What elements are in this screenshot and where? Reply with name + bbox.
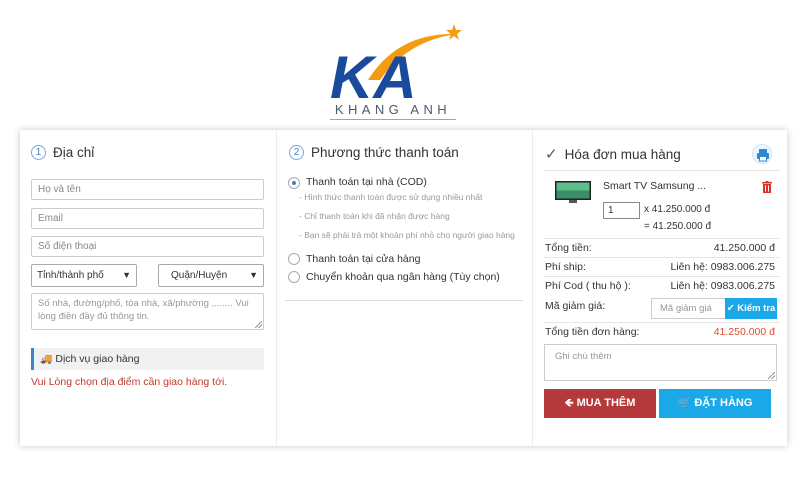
printer-icon <box>757 149 769 162</box>
check-coupon-label: Kiểm tra <box>737 303 776 314</box>
address-detail-field[interactable]: Số nhà, đường/phố, tòa nhà, xã/phường ,.… <box>31 293 264 330</box>
order-note-placeholder: Ghi chú thêm <box>555 351 612 362</box>
email-field[interactable]: Email <box>31 208 264 229</box>
coupon-input[interactable]: Mã giảm giá <box>651 298 726 319</box>
cod-fee-value: Liên hệ: 0983.006.275 <box>670 280 775 292</box>
step-1-badge: 1 <box>31 145 46 160</box>
payment-header: 2 Phương thức thanh toán <box>289 145 459 160</box>
buy-more-label: MUA THÊM <box>576 397 636 409</box>
shipping-fee-value: Liên hệ: 0983.006.275 <box>670 261 775 273</box>
checkout-card: 1 Địa chỉ Họ và tên Email Số điện thoại … <box>20 130 787 446</box>
chevron-down-icon: ▼ <box>249 270 258 280</box>
subtotal-value: 41.250.000 đ <box>713 242 775 254</box>
invoice-divider <box>544 170 780 171</box>
trash-icon[interactable] <box>762 181 772 193</box>
order-total-value: 41.250.000 đ <box>713 326 775 338</box>
name-field[interactable]: Họ và tên <box>31 179 264 200</box>
payment-section: 2 Phương thức thanh toán Thanh toán tại … <box>276 130 532 446</box>
coupon-label: Mã giảm giá: <box>545 300 606 312</box>
check-coupon-button[interactable]: ✔ Kiểm tra <box>725 298 777 319</box>
subtotal-label: Tổng tiền: <box>545 242 592 254</box>
phone-field[interactable]: Số điện thoại <box>31 236 264 257</box>
payment-title: Phương thức thanh toán <box>311 145 459 160</box>
address-section: 1 Địa chỉ Họ và tên Email Số điện thoại … <box>20 130 276 446</box>
payment-divider <box>285 300 523 301</box>
place-order-button[interactable]: 🛒 ĐẶT HÀNG <box>659 389 771 418</box>
line-total: = 41.250.000 đ <box>644 221 712 232</box>
cod-note-1: - Hình thức thanh toán được sử dụng nhiề… <box>299 192 483 202</box>
step-2-badge: 2 <box>289 145 304 160</box>
row-divider <box>544 257 780 258</box>
cod-note-2: - Chỉ thanh toán khi đã nhận được hàng <box>299 211 450 221</box>
arrow-left-icon: 🡸 <box>564 397 574 409</box>
address-title: Địa chỉ <box>53 145 95 160</box>
invoice-header: ✓ Hóa đơn mua hàng <box>545 145 681 163</box>
cod-radio[interactable] <box>288 177 300 189</box>
check-circle-icon: ✔ <box>726 303 735 314</box>
bank-transfer-label: Chuyển khoản qua ngân hàng (Tùy chọn) <box>306 271 500 283</box>
address-detail-placeholder: Số nhà, đường/phố, tòa nhà, xã/phường ,.… <box>38 298 249 322</box>
print-button[interactable] <box>752 144 772 164</box>
shipping-service-bar: 🚚 Dịch vụ giao hàng <box>31 348 264 370</box>
unit-price: x 41.250.000 đ <box>644 204 711 215</box>
cod-option-label: Thanh toán tại nhà (COD) <box>306 176 427 188</box>
chevron-down-icon: ▼ <box>122 270 131 280</box>
logo-underline <box>330 119 456 120</box>
cod-fee-label: Phí Cod ( thu hộ ): <box>545 280 631 292</box>
district-select-value: Quận/Huyện <box>171 270 228 281</box>
resize-handle[interactable] <box>255 321 262 328</box>
checkmark-icon: ✓ <box>545 146 558 163</box>
invoice-title: Hóa đơn mua hàng <box>564 146 681 162</box>
store-payment-radio[interactable] <box>288 253 300 265</box>
store-payment-label: Thanh toán tại cửa hàng <box>306 253 421 265</box>
row-divider <box>544 276 780 277</box>
product-thumbnail <box>555 181 591 203</box>
row-divider <box>544 322 780 323</box>
buy-more-button[interactable]: 🡸 MUA THÊM <box>544 389 656 418</box>
product-name[interactable]: Smart TV Samsung ... <box>603 180 706 192</box>
cart-icon: 🛒 <box>677 397 692 409</box>
invoice-section: ✓ Hóa đơn mua hàng Smart TV Samsung ... … <box>532 130 787 446</box>
products-divider <box>544 238 780 239</box>
order-total-label: Tổng tiền đơn hàng: <box>545 326 640 338</box>
order-note-field[interactable]: Ghi chú thêm <box>544 344 777 381</box>
logo-brand-text: KHANG ANH <box>334 102 452 117</box>
cod-note-3: - Bạn sẽ phải trả một khoản phí nhỏ cho … <box>299 230 515 240</box>
place-order-label: ĐẶT HÀNG <box>694 397 753 409</box>
resize-handle[interactable] <box>768 372 775 379</box>
truck-icon: 🚚 <box>40 354 53 365</box>
shipping-warning: Vui Lòng chọn địa điểm cần giao hàng tới… <box>31 376 228 388</box>
shipping-fee-label: Phí ship: <box>545 261 586 273</box>
district-select[interactable]: Quận/Huyện ▼ <box>158 264 264 287</box>
province-select[interactable]: Tỉnh/thành phố ▼ <box>31 264 137 287</box>
quantity-input[interactable]: 1 <box>603 202 640 219</box>
shipping-service-label: Dịch vụ giao hàng <box>55 353 140 365</box>
address-header: 1 Địa chỉ <box>31 145 94 160</box>
province-select-value: Tỉnh/thành phố <box>37 270 104 281</box>
svg-text:KA: KA <box>330 44 417 111</box>
bank-transfer-radio[interactable] <box>288 271 300 283</box>
